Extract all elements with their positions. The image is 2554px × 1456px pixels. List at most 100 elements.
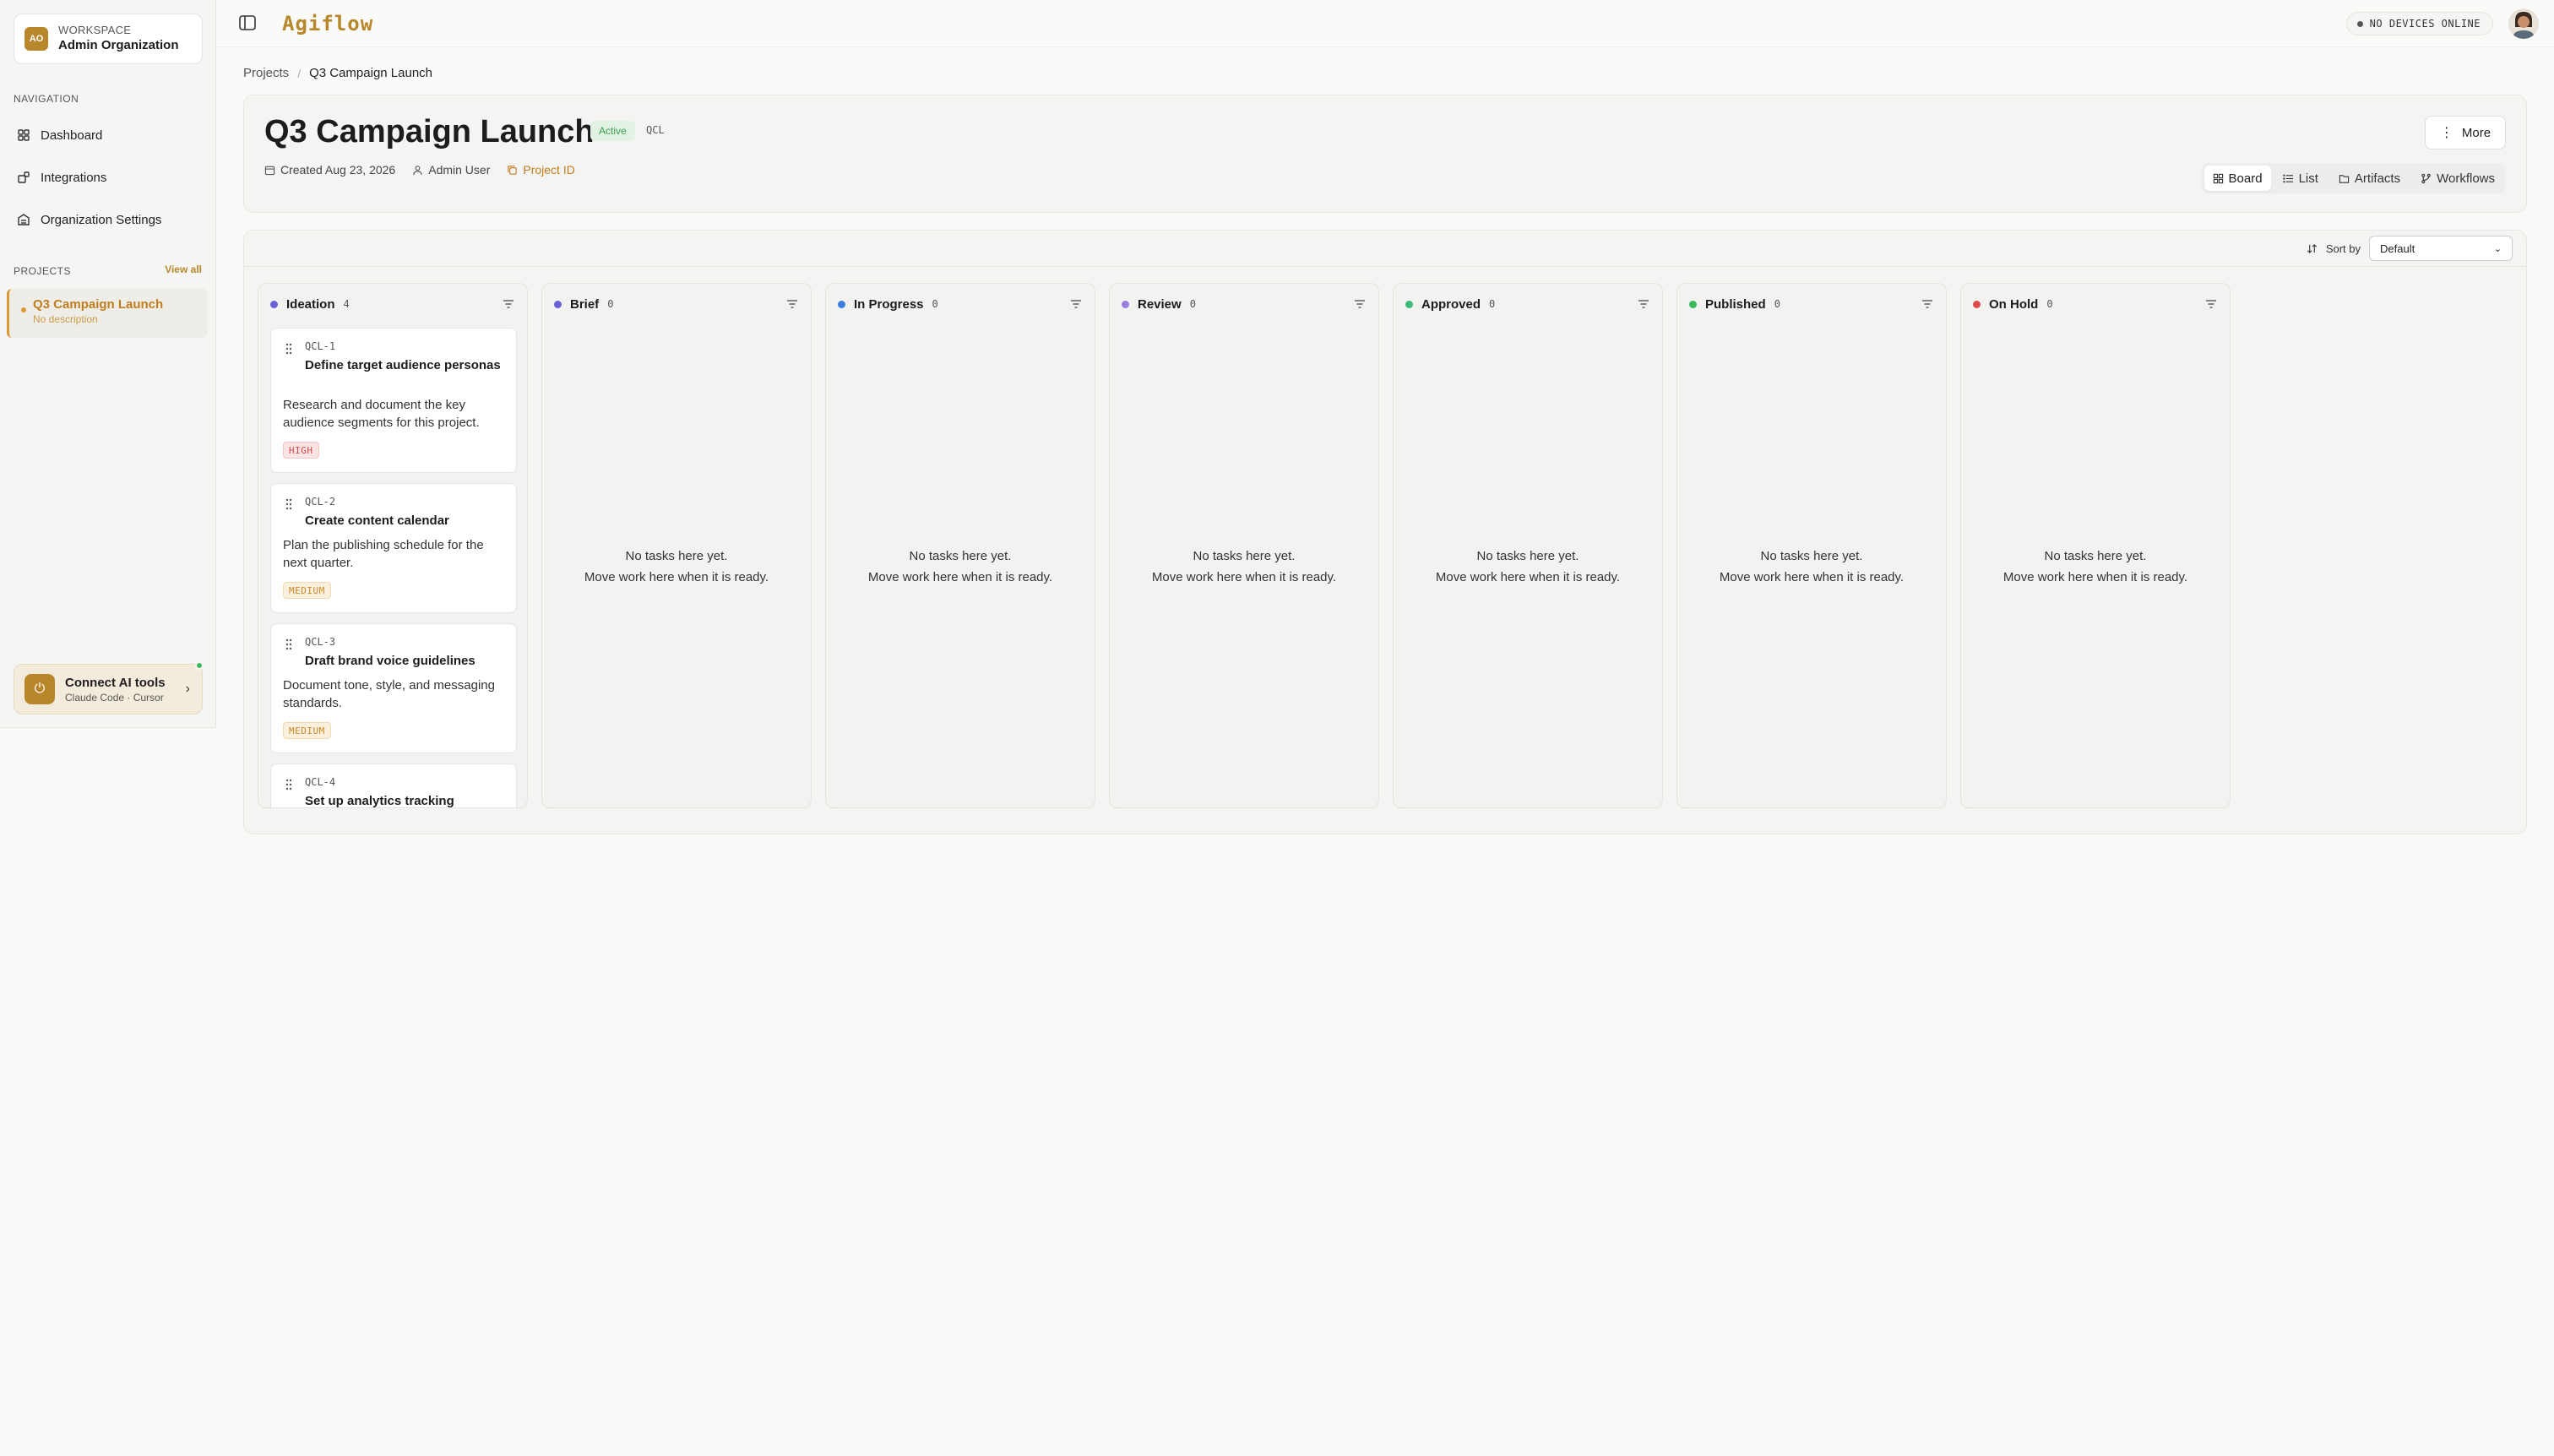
sidebar-item-dashboard[interactable]: Dashboard [14,120,203,150]
tab-board[interactable]: Board [2204,166,2271,191]
breadcrumb-projects-link[interactable]: Projects [243,66,289,80]
owner: Admin User [412,163,490,177]
status-badge: Active [590,121,635,141]
workspace-label: WORKSPACE [58,24,132,36]
workspace-avatar: AO [24,27,48,51]
sidebar-item-organization-settings[interactable]: Organization Settings [14,204,203,235]
column-header: On Hold 0 [1973,296,2218,312]
breadcrumb: Projects / Q3 Campaign Launch [243,66,432,80]
column-dot-icon [270,300,278,308]
priority-badge: MEDIUM [283,722,331,739]
git-branch-icon [2421,173,2431,183]
column-dot-icon [554,300,562,308]
task-card-qcl-1[interactable]: QCL-1 Define target audience personas Re… [270,328,517,473]
projects-section-label: PROJECTS [14,265,72,277]
breadcrumb-separator: / [297,66,302,80]
empty-state-title: No tasks here yet. [2044,549,2147,563]
filter-icon[interactable] [1637,297,1650,311]
filter-icon[interactable] [785,297,799,311]
column-approved: Approved 0 No tasks here yet. Move work h… [1393,283,1663,808]
column-header: Ideation 4 [270,296,515,312]
owner-text: Admin User [428,163,491,177]
tab-list[interactable]: List [2274,166,2327,191]
column-dot-icon [1405,300,1413,308]
task-title: Define target audience personas [305,358,501,372]
empty-state-hint: Move work here when it is ready. [1719,570,1905,584]
board-divider [244,266,2526,267]
column-count: 0 [1189,298,1196,310]
tab-label: List [2298,171,2318,186]
sidebar-item-label: Dashboard [41,128,103,143]
drag-handle-icon[interactable] [285,497,293,511]
column-published: Published 0 No tasks here yet. Move work … [1676,283,1947,808]
workspace-switcher[interactable]: AO WORKSPACE Admin Organization [14,14,203,64]
project-description: No description [33,313,98,325]
user-avatar[interactable] [2508,8,2539,39]
column-title: Ideation [286,296,335,312]
task-key: QCL-3 [305,636,336,648]
empty-state-hint: Move work here when it is ready. [867,570,1053,584]
online-indicator [195,661,204,670]
task-key: QCL-2 [305,496,336,508]
column-count: 0 [932,298,938,310]
more-button[interactable]: ⋮ More [2425,116,2506,149]
ai-card-subtitle: Claude Code · Cursor [65,691,164,704]
drag-handle-icon[interactable] [285,778,293,791]
priority-badge: MEDIUM [283,582,331,599]
grid-icon [18,129,30,141]
sidebar-item-integrations[interactable]: Integrations [14,162,203,193]
brand-logo[interactable]: Agiflow [282,12,373,35]
filter-icon[interactable] [502,297,515,311]
column-title: On Hold [1989,296,2039,312]
column-dot-icon [838,300,845,308]
sort-label: Sort by [2325,242,2361,255]
project-header: Q3 Campaign Launch Active QCL Created Au… [243,95,2527,213]
copy-project-id-button[interactable]: Project ID [507,163,575,177]
column-header: In Progress 0 [838,296,1083,312]
view-all-projects-link[interactable]: View all [165,263,202,275]
sort-select[interactable]: Default ⌄ [2369,236,2513,261]
task-title: Draft brand voice guidelines [305,654,475,668]
empty-state-title: No tasks here yet. [909,549,1012,563]
created-date-text: Created Aug 23, 2026 [280,163,396,177]
filter-icon[interactable] [1353,297,1367,311]
column-count: 0 [1489,298,1496,310]
tab-workflows[interactable]: Workflows [2412,166,2503,191]
connect-ai-tools-card[interactable]: ⏻ Connect AI tools Claude Code · Cursor … [14,661,204,714]
empty-state-hint: Move work here when it is ready. [2002,570,2188,584]
sort-control: Sort by Default ⌄ [2307,236,2513,261]
sidebar: AO WORKSPACE Admin Organization NAVIGATI… [0,0,216,728]
task-card-qcl-3[interactable]: QCL-3 Draft brand voice guidelines Docum… [270,623,517,753]
empty-state: No tasks here yet. Move work here when it… [1677,546,1946,588]
filter-icon[interactable] [2204,297,2218,311]
more-vertical-icon: ⋮ [2439,126,2453,140]
sidebar-toggle-icon[interactable] [238,14,257,32]
tab-artifacts[interactable]: Artifacts [2330,166,2409,191]
empty-state-title: No tasks here yet. [1476,549,1579,563]
plug-icon: ⏻ [24,674,55,704]
empty-state-hint: Move work here when it is ready. [1435,570,1621,584]
project-key-badge: QCL [646,124,665,136]
drag-handle-icon[interactable] [285,342,293,356]
column-dot-icon [1689,300,1697,308]
tab-label: Workflows [2437,171,2495,186]
task-key: QCL-1 [305,340,336,352]
drag-handle-icon[interactable] [285,638,293,651]
column-title: In Progress [854,296,924,312]
device-status-pill[interactable]: NO DEVICES ONLINE [2345,12,2493,35]
sort-icon [2307,243,2317,253]
column-count: 4 [343,298,350,310]
column-ideation: Ideation 4 QCL-1 Define target audience … [258,283,528,808]
sort-value: Default [2380,242,2415,255]
sidebar-project-q3-campaign-launch[interactable]: Q3 Campaign Launch No description [7,289,208,338]
page-title: Q3 Campaign Launch [264,114,595,149]
filter-icon[interactable] [1069,297,1083,311]
priority-badge: HIGH [283,442,319,459]
task-card-qcl-4[interactable]: QCL-4 Set up analytics tracking [270,763,517,807]
column-header: Published 0 [1689,296,1934,312]
column-title: Brief [570,296,600,312]
column-count: 0 [607,298,614,310]
column-count: 0 [2046,298,2053,310]
filter-icon[interactable] [1921,297,1934,311]
task-card-qcl-2[interactable]: QCL-2 Create content calendar Plan the p… [270,483,517,613]
